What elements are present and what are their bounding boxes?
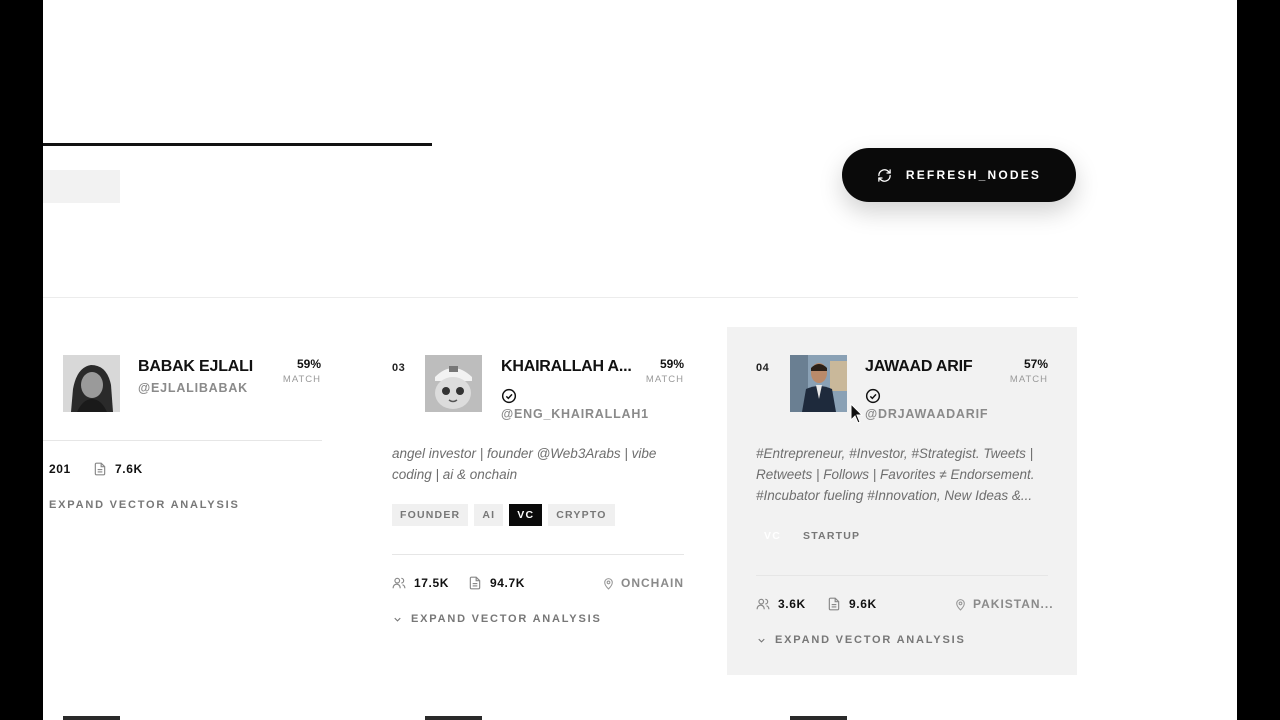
profile-bio: #Entrepreneur, #Investor, #Strategist. T… (756, 446, 1035, 503)
chevron-down-icon (758, 638, 765, 643)
location: PAKISTAN... (954, 597, 1054, 611)
refresh-nodes-label: REFRESH_NODES (905, 168, 1042, 182)
expand-vector-analysis-button[interactable]: EXPAND VECTOR ANALYSIS (49, 499, 240, 511)
profile-card-active[interactable]: 04 JAWAAD ARIF @DRJAWAADARIF 57% MATCH #… (727, 327, 1077, 675)
expand-label: EXPAND VECTOR ANALYSIS (49, 499, 240, 511)
profile-handle: @EJLALIBABAK (138, 381, 248, 395)
refresh-icon (878, 168, 891, 182)
avatar (63, 355, 120, 412)
next-row-avatar (63, 716, 120, 720)
profile-card[interactable]: BABAK EJLALI @EJLALIBABAK 59% MATCH 201 … (43, 327, 333, 675)
tag-list: FOUNDER AI VC CRYPTO (392, 504, 615, 526)
document-icon (828, 597, 840, 611)
posts-stat: 9.6K (827, 597, 877, 611)
chevron-down-icon (394, 617, 401, 622)
location-label: PAKISTAN... (973, 597, 1054, 611)
map-pin-icon (604, 577, 613, 590)
match-label: MATCH (1009, 374, 1048, 385)
mouse-cursor-icon (850, 403, 864, 424)
expand-label: EXPAND VECTOR ANALYSIS (775, 634, 966, 646)
document-icon (469, 576, 481, 590)
tag-list: VC STARTUP (756, 525, 869, 547)
avatar (790, 355, 847, 412)
followers-count: 17.5K (414, 576, 450, 590)
search-field[interactable] (43, 170, 120, 203)
expand-vector-analysis-button[interactable]: EXPAND VECTOR ANALYSIS (756, 634, 966, 646)
header-underline (43, 143, 432, 146)
match-percentage: 59% (296, 357, 321, 371)
profile-handle: @ENG_KHAIRALLAH1 (501, 407, 649, 421)
card-divider (756, 575, 1048, 576)
refresh-nodes-button[interactable]: REFRESH_NODES (842, 148, 1076, 202)
tag-startup[interactable]: STARTUP (795, 525, 869, 547)
followers-stat: 3.6K (756, 597, 806, 611)
posts-stat: 7.6K (93, 462, 143, 476)
match-percentage: 57% (1023, 357, 1048, 371)
followers-stat: 17.5K (392, 576, 449, 590)
avatar (425, 355, 482, 412)
users-icon (392, 577, 406, 589)
match-percentage: 59% (659, 357, 684, 371)
profile-name: BABAK EJLALI (138, 358, 253, 375)
next-row-avatar (425, 716, 482, 720)
profile-name: KHAIRALLAH A... (501, 358, 632, 375)
expand-label: EXPAND VECTOR ANALYSIS (411, 613, 602, 625)
profile-handle: @DRJAWAADARIF (865, 407, 989, 421)
card-divider (43, 440, 322, 441)
rank-number: 04 (756, 362, 770, 374)
profile-card[interactable]: 03 KHAIRALLAH A... @ENG_KHAIRALLAH1 59% … (392, 327, 684, 675)
posts-count: 94.7K (490, 576, 526, 590)
followers-count: 201 (49, 462, 71, 476)
tag-vc[interactable]: VC (509, 504, 543, 526)
profile-bio: angel investor | founder @Web3Arabs | vi… (392, 446, 657, 482)
section-divider (43, 297, 1078, 298)
match-label: MATCH (282, 374, 321, 385)
location-label: ONCHAIN (621, 576, 684, 590)
expand-vector-analysis-button[interactable]: EXPAND VECTOR ANALYSIS (392, 613, 602, 625)
tag-crypto[interactable]: CRYPTO (548, 504, 615, 526)
app-viewport: REFRESH_NODES BABAK EJLALI @EJLALIBABAK … (43, 0, 1237, 720)
posts-count: 9.6K (849, 597, 877, 611)
profile-name: JAWAAD ARIF (865, 358, 973, 375)
card-divider (392, 554, 684, 555)
next-row-avatar (790, 716, 847, 720)
rank-number: 03 (392, 362, 406, 374)
tag-vc[interactable]: VC (756, 525, 789, 547)
followers-stat: 201 (49, 462, 71, 476)
followers-count: 3.6K (778, 597, 806, 611)
location: ONCHAIN (602, 576, 684, 590)
verified-check-icon (865, 388, 881, 404)
tag-ai[interactable]: AI (474, 504, 504, 526)
document-icon (94, 462, 106, 476)
users-icon (756, 598, 770, 610)
posts-count: 7.6K (115, 462, 143, 476)
map-pin-icon (956, 598, 965, 611)
verified-check-icon (501, 388, 517, 404)
tag-founder[interactable]: FOUNDER (392, 504, 469, 526)
posts-stat: 94.7K (468, 576, 525, 590)
match-label: MATCH (645, 374, 684, 385)
